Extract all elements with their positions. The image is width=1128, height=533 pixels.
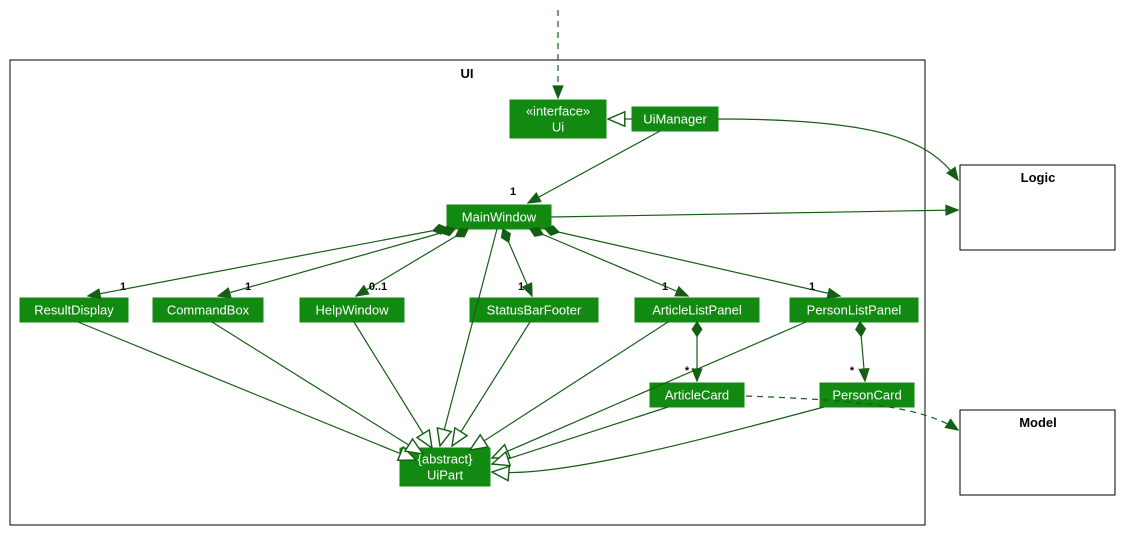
svg-text:HelpWindow: HelpWindow <box>316 302 390 317</box>
svg-text:«interface»: «interface» <box>526 103 590 118</box>
edge-personlist-personcard <box>860 322 865 381</box>
edge-statusbar-uipart <box>452 322 530 446</box>
svg-text:PersonListPanel: PersonListPanel <box>807 302 902 317</box>
node-uimanager: UiManager <box>632 107 718 131</box>
package-ui-label: UI <box>461 66 474 81</box>
node-helpwindow: HelpWindow <box>300 298 404 322</box>
node-articlelist: ArticleListPanel <box>635 298 759 322</box>
svg-text:StatusBarFooter: StatusBarFooter <box>487 302 582 317</box>
node-articlecard: ArticleCard <box>650 383 744 407</box>
node-personlist: PersonListPanel <box>790 298 918 322</box>
svg-text:ResultDisplay: ResultDisplay <box>34 302 114 317</box>
mult-articlelist: 1 <box>662 281 668 293</box>
mult-commandbox: 1 <box>245 281 251 293</box>
edge-resultdisplay-uipart <box>78 322 416 460</box>
node-statusbar: StatusBarFooter <box>470 298 598 322</box>
mult-personlist: 1 <box>809 281 815 293</box>
svg-text:ArticleListPanel: ArticleListPanel <box>652 302 742 317</box>
edge-helpwindow-uipart <box>354 322 432 448</box>
mult-resultdisplay: 1 <box>120 281 126 293</box>
svg-text:ArticleCard: ArticleCard <box>665 387 729 402</box>
mult-helpwindow: 0..1 <box>369 281 387 293</box>
node-mainwindow: MainWindow <box>447 205 551 229</box>
svg-text:Ui: Ui <box>552 119 564 134</box>
edge-uimanager-to-logic <box>718 119 958 180</box>
mult-statusbar: 1 <box>518 281 524 293</box>
node-resultdisplay: ResultDisplay <box>20 298 128 322</box>
edge-commandbox-uipart <box>212 322 423 454</box>
svg-text:PersonCard: PersonCard <box>832 387 901 402</box>
edge-mainwindow-to-logic <box>551 210 958 217</box>
node-ui-interface: «interface» Ui <box>510 100 606 138</box>
mult-personcard: * <box>850 365 855 377</box>
edge-personlist-uipart <box>492 322 806 458</box>
edge-mw-resultdisplay <box>88 228 447 296</box>
mult-mainwindow: 1 <box>510 186 516 198</box>
svg-text:UiPart: UiPart <box>427 467 464 482</box>
edge-mw-personlist <box>545 229 840 296</box>
mult-articlecard: * <box>685 365 690 377</box>
svg-text:MainWindow: MainWindow <box>462 209 537 224</box>
edge-uimanager-to-mainwindow <box>528 131 660 203</box>
node-commandbox: CommandBox <box>153 298 263 322</box>
svg-text:UiManager: UiManager <box>643 111 707 126</box>
edge-articlelist-uipart <box>470 322 668 450</box>
edge-articlecard-uipart <box>492 407 668 464</box>
edge-mainwindow-uipart <box>440 229 497 446</box>
external-logic-label: Logic <box>1021 170 1056 185</box>
svg-text:CommandBox: CommandBox <box>167 302 250 317</box>
edge-mw-commandbox <box>218 229 455 296</box>
node-uipart: {abstract} UiPart <box>400 448 490 486</box>
svg-text:{abstract}: {abstract} <box>418 451 474 466</box>
external-model-label: Model <box>1019 415 1057 430</box>
edge-personcard-uipart <box>492 407 824 473</box>
